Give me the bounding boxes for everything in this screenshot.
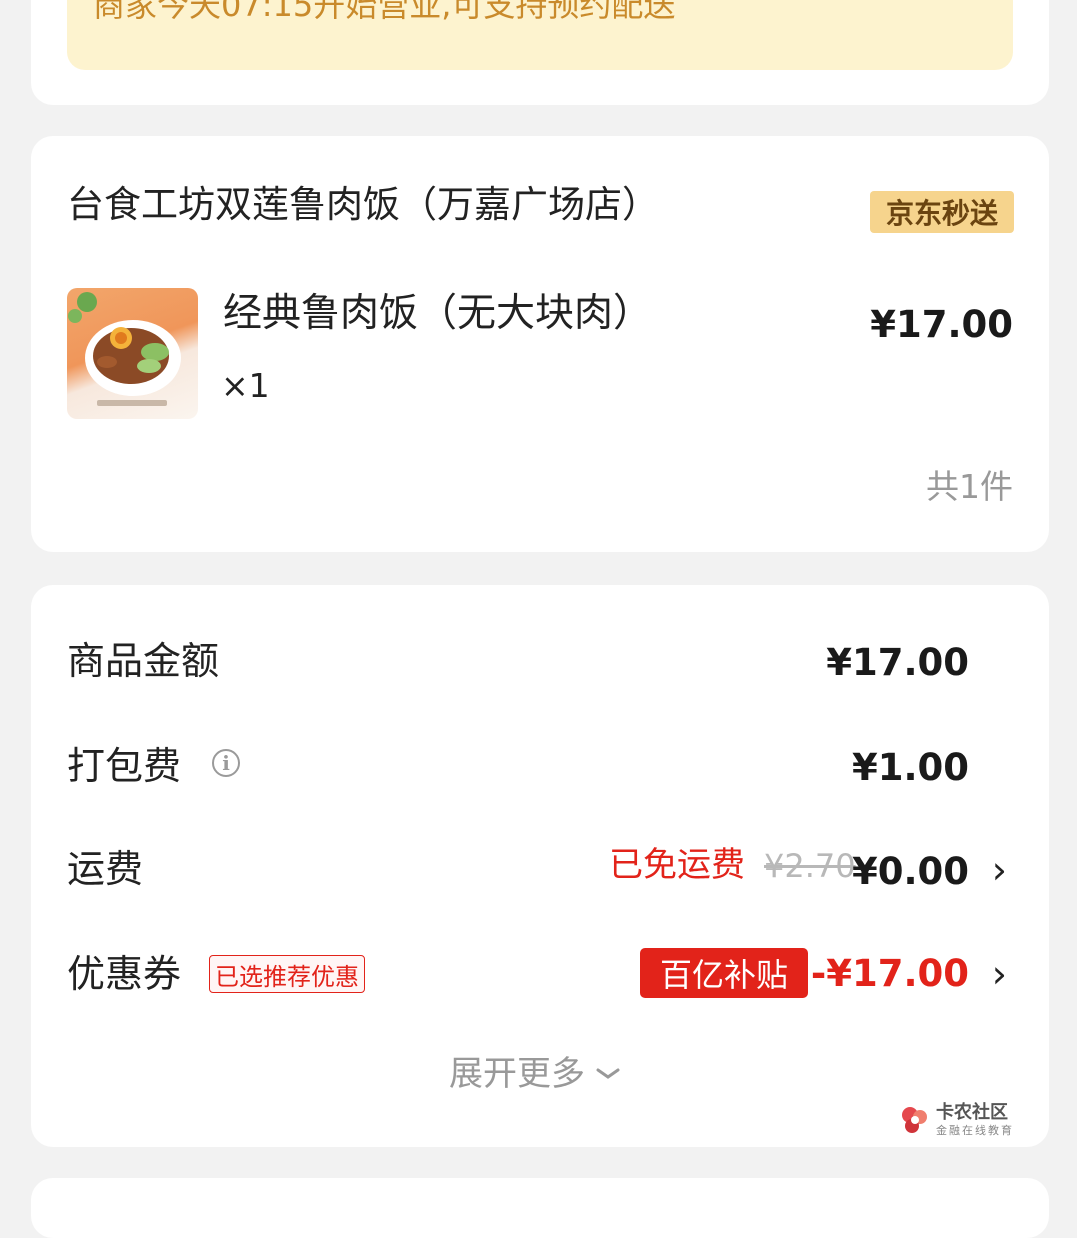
store-order-card: 台食工坊双莲鲁肉饭（万嘉广场店） 京东秒送 经典鲁肉饭（无大块肉） ×1 ¥17… [31, 136, 1049, 552]
watermark-title: 卡农社区 [936, 1102, 1008, 1123]
product-image[interactable] [67, 288, 198, 419]
free-shipping-text: 已免运费 [609, 845, 745, 885]
watermark-logo-icon [902, 1107, 927, 1133]
notice-card: 商家今天07:15开始营业,可支持预约配送 [31, 0, 1049, 105]
goods-amount-value: ¥17.00 [826, 641, 969, 684]
shipping-value: ¥0.00 [851, 850, 969, 893]
coupon-chevron-right-icon[interactable]: › [992, 955, 1007, 993]
item-count: 共1件 [926, 467, 1013, 506]
next-card [31, 1178, 1049, 1238]
chevron-down-icon [596, 1068, 620, 1079]
subsidy-badge: 百亿补贴 [640, 948, 808, 998]
product-quantity: ×1 [221, 366, 270, 405]
watermark: 卡农社区 金融在线教育 [898, 1103, 1014, 1137]
notice-text: 商家今天07:15开始营业,可支持预约配送 [93, 0, 676, 24]
original-shipping-fee: ¥2.70 [764, 847, 856, 885]
watermark-subtitle: 金融在线教育 [936, 1124, 1014, 1137]
business-hours-notice: 商家今天07:15开始营业,可支持预约配送 [67, 0, 1013, 70]
coupon-tag: 已选推荐优惠 [209, 955, 365, 993]
packing-fee-value: ¥1.00 [851, 746, 969, 789]
product-name[interactable]: 经典鲁肉饭（无大块肉） [223, 294, 652, 333]
coupon-label: 优惠券 [67, 952, 182, 996]
delivery-badge: 京东秒送 [870, 191, 1014, 233]
store-name[interactable]: 台食工坊双莲鲁肉饭（万嘉广场店） [67, 186, 659, 223]
expand-more-button[interactable]: 展开更多 [449, 1057, 621, 1091]
watermark-text: 卡农社区 金融在线教育 [936, 1102, 1014, 1137]
packing-fee-label: 打包费 [67, 744, 182, 788]
info-icon[interactable]: i [212, 749, 240, 777]
shipping-chevron-right-icon[interactable]: › [992, 851, 1007, 889]
product-price: ¥17.00 [870, 303, 1013, 346]
shipping-label: 运费 [67, 847, 144, 891]
price-summary-card: 商品金额 ¥17.00 打包费 i ¥1.00 运费 已免运费 ¥2.70 ¥0… [31, 585, 1049, 1147]
expand-more-label: 展开更多 [449, 1054, 585, 1094]
coupon-discount-value[interactable]: -¥17.00 [811, 955, 969, 992]
rice-bowl-icon [68, 292, 181, 406]
goods-amount-label: 商品金额 [67, 639, 220, 683]
